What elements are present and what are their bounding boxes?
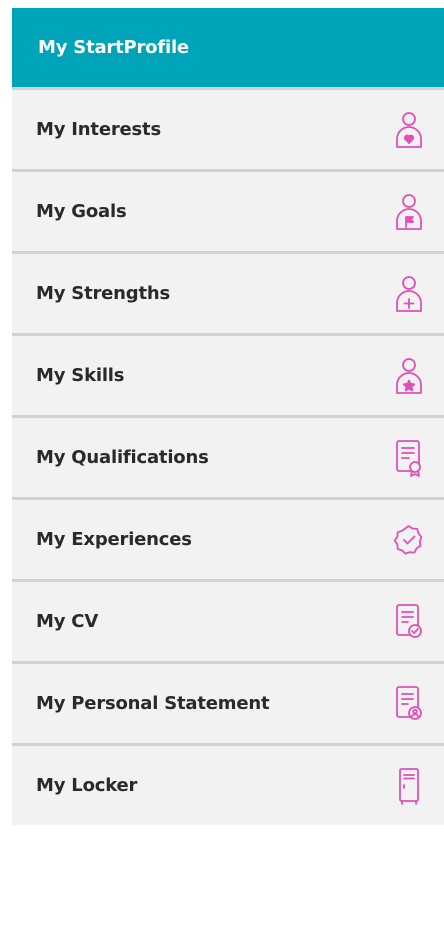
menu-item-experiences[interactable]: My Experiences — [12, 497, 444, 579]
menu-item-locker[interactable]: My Locker — [12, 743, 444, 825]
menu-header-label: My StartProfile — [38, 37, 189, 58]
person-star-icon — [392, 355, 426, 397]
menu-item-label: My Skills — [36, 365, 125, 386]
menu-item-label: My Experiences — [36, 529, 192, 550]
startprofile-menu: My StartProfile My Interests My Goals My… — [12, 8, 444, 825]
menu-header[interactable]: My StartProfile — [12, 8, 444, 87]
menu-item-interests[interactable]: My Interests — [12, 87, 444, 169]
badge-check-icon — [392, 519, 426, 561]
person-plus-icon — [392, 273, 426, 315]
person-heart-icon — [392, 109, 426, 151]
person-flag-icon — [392, 191, 426, 233]
menu-item-skills[interactable]: My Skills — [12, 333, 444, 415]
document-check-icon — [392, 601, 426, 643]
menu-item-label: My Interests — [36, 119, 161, 140]
menu-item-goals[interactable]: My Goals — [12, 169, 444, 251]
menu-item-qualifications[interactable]: My Qualifications — [12, 415, 444, 497]
menu-item-label: My Locker — [36, 775, 138, 796]
menu-item-label: My Personal Statement — [36, 693, 270, 714]
document-person-icon — [392, 683, 426, 725]
locker-icon — [392, 765, 426, 807]
menu-item-strengths[interactable]: My Strengths — [12, 251, 444, 333]
menu-item-label: My Goals — [36, 201, 127, 222]
menu-item-label: My CV — [36, 611, 99, 632]
menu-item-label: My Qualifications — [36, 447, 209, 468]
menu-item-label: My Strengths — [36, 283, 170, 304]
menu-item-personal-statement[interactable]: My Personal Statement — [12, 661, 444, 743]
certificate-icon — [392, 437, 426, 479]
menu-item-cv[interactable]: My CV — [12, 579, 444, 661]
